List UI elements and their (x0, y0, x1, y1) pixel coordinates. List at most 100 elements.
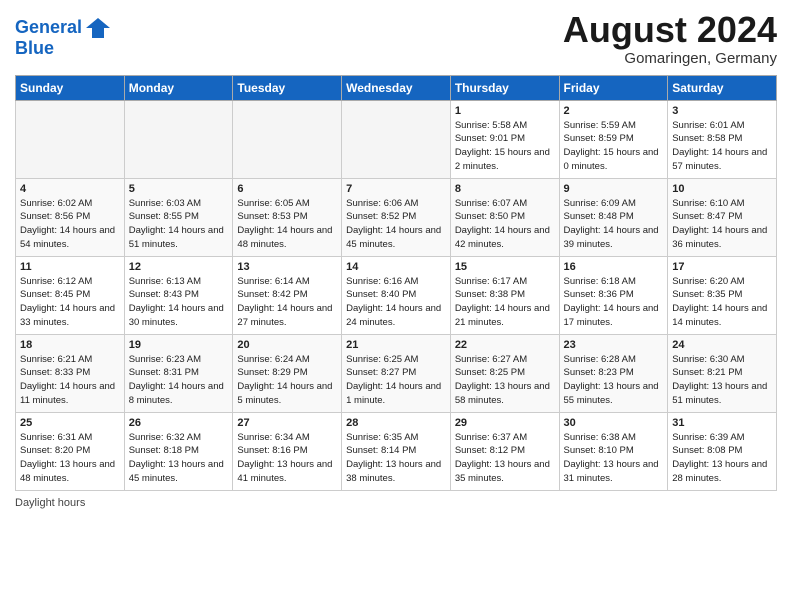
day-number: 22 (455, 339, 555, 351)
header-row: Sunday Monday Tuesday Wednesday Thursday… (16, 75, 777, 100)
day-number: 16 (564, 261, 664, 273)
day-info: Sunrise: 6:18 AMSunset: 8:36 PMDaylight:… (564, 275, 664, 330)
month-title: August 2024 (563, 10, 777, 50)
day-cell: 31Sunrise: 6:39 AMSunset: 8:08 PMDayligh… (668, 412, 777, 490)
col-saturday: Saturday (668, 75, 777, 100)
page-container: General Blue August 2024 Gomaringen, Ger… (0, 0, 792, 519)
day-info: Sunrise: 6:30 AMSunset: 8:21 PMDaylight:… (672, 353, 772, 408)
day-number: 28 (346, 417, 446, 429)
day-info: Sunrise: 6:13 AMSunset: 8:43 PMDaylight:… (129, 275, 229, 330)
col-wednesday: Wednesday (342, 75, 451, 100)
day-cell: 28 Sunrise: 6:35 AMSunset: 8:14 PMDayligh… (342, 412, 451, 490)
day-info: Sunrise: 6:14 AMSunset: 8:42 PMDaylight:… (237, 275, 337, 330)
day-info: Sunrise: 6:34 AMSunset: 8:16 PMDaylight:… (237, 431, 337, 486)
col-monday: Monday (124, 75, 233, 100)
day-cell: 4 Sunrise: 6:02 AMSunset: 8:56 PMDaylight… (16, 178, 125, 256)
day-info: Sunrise: 6:39 AMSunset: 8:08 PMDaylight:… (672, 431, 772, 486)
col-sunday: Sunday (16, 75, 125, 100)
day-cell: 21 Sunrise: 6:25 AMSunset: 8:27 PMDayligh… (342, 334, 451, 412)
day-number: 12 (129, 261, 229, 273)
week-row-2: 11 Sunrise: 6:12 AMSunset: 8:45 PMDayligh… (16, 256, 777, 334)
day-info: Sunrise: 5:58 AMSunset: 9:01 PMDaylight:… (455, 119, 555, 174)
day-info: Sunrise: 6:35 AMSunset: 8:14 PMDaylight:… (346, 431, 446, 486)
day-number: 10 (672, 183, 772, 195)
day-cell: 6 Sunrise: 6:05 AMSunset: 8:53 PMDaylight… (233, 178, 342, 256)
day-info: Sunrise: 6:31 AMSunset: 8:20 PMDaylight:… (20, 431, 120, 486)
day-info: Sunrise: 6:17 AMSunset: 8:38 PMDaylight:… (455, 275, 555, 330)
day-number: 14 (346, 261, 446, 273)
day-number: 4 (20, 183, 120, 195)
day-info: Sunrise: 6:03 AMSunset: 8:55 PMDaylight:… (129, 197, 229, 252)
day-number: 17 (672, 261, 772, 273)
col-friday: Friday (559, 75, 668, 100)
day-number: 26 (129, 417, 229, 429)
day-number: 18 (20, 339, 120, 351)
day-number: 21 (346, 339, 446, 351)
day-cell: 11 Sunrise: 6:12 AMSunset: 8:45 PMDayligh… (16, 256, 125, 334)
logo-icon (84, 14, 112, 42)
day-info: Sunrise: 6:20 AMSunset: 8:35 PMDaylight:… (672, 275, 772, 330)
day-cell: 5Sunrise: 6:03 AMSunset: 8:55 PMDaylight… (124, 178, 233, 256)
day-number: 3 (672, 105, 772, 117)
day-cell: 16 Sunrise: 6:18 AMSunset: 8:36 PMDayligh… (559, 256, 668, 334)
day-info: Sunrise: 6:12 AMSunset: 8:45 PMDaylight:… (20, 275, 120, 330)
day-info: Sunrise: 6:05 AMSunset: 8:53 PMDaylight:… (237, 197, 337, 252)
logo-text: General (15, 18, 82, 38)
week-row-3: 18 Sunrise: 6:21 AMSunset: 8:33 PMDayligh… (16, 334, 777, 412)
day-number: 1 (455, 105, 555, 117)
day-cell (233, 100, 342, 178)
day-info: Sunrise: 6:02 AMSunset: 8:56 PMDaylight:… (20, 197, 120, 252)
day-cell: 1 Sunrise: 5:58 AMSunset: 9:01 PMDaylight… (450, 100, 559, 178)
day-info: Sunrise: 6:16 AMSunset: 8:40 PMDaylight:… (346, 275, 446, 330)
day-cell (16, 100, 125, 178)
day-number: 15 (455, 261, 555, 273)
day-number: 11 (20, 261, 120, 273)
day-info: Sunrise: 6:10 AMSunset: 8:47 PMDaylight:… (672, 197, 772, 252)
day-number: 19 (129, 339, 229, 351)
week-row-1: 4 Sunrise: 6:02 AMSunset: 8:56 PMDaylight… (16, 178, 777, 256)
day-cell: 30Sunrise: 6:38 AMSunset: 8:10 PMDayligh… (559, 412, 668, 490)
day-cell (342, 100, 451, 178)
day-cell: 7 Sunrise: 6:06 AMSunset: 8:52 PMDaylight… (342, 178, 451, 256)
day-cell: 12 Sunrise: 6:13 AMSunset: 8:43 PMDayligh… (124, 256, 233, 334)
footer: Daylight hours (15, 497, 777, 509)
day-cell: 27 Sunrise: 6:34 AMSunset: 8:16 PMDayligh… (233, 412, 342, 490)
day-info: Sunrise: 6:09 AMSunset: 8:48 PMDaylight:… (564, 197, 664, 252)
day-info: Sunrise: 6:21 AMSunset: 8:33 PMDaylight:… (20, 353, 120, 408)
day-number: 8 (455, 183, 555, 195)
day-number: 27 (237, 417, 337, 429)
day-info: Sunrise: 6:23 AMSunset: 8:31 PMDaylight:… (129, 353, 229, 408)
title-block: August 2024 Gomaringen, Germany (563, 10, 777, 67)
day-info: Sunrise: 6:25 AMSunset: 8:27 PMDaylight:… (346, 353, 446, 408)
day-number: 2 (564, 105, 664, 117)
day-cell: 10 Sunrise: 6:10 AMSunset: 8:47 PMDayligh… (668, 178, 777, 256)
day-cell: 23Sunrise: 6:28 AMSunset: 8:23 PMDayligh… (559, 334, 668, 412)
day-info: Sunrise: 6:37 AMSunset: 8:12 PMDaylight:… (455, 431, 555, 486)
day-cell (124, 100, 233, 178)
logo: General Blue (15, 14, 112, 59)
day-cell: 14 Sunrise: 6:16 AMSunset: 8:40 PMDayligh… (342, 256, 451, 334)
day-info: Sunrise: 6:06 AMSunset: 8:52 PMDaylight:… (346, 197, 446, 252)
day-info: Sunrise: 6:24 AMSunset: 8:29 PMDaylight:… (237, 353, 337, 408)
day-cell: 13Sunrise: 6:14 AMSunset: 8:42 PMDayligh… (233, 256, 342, 334)
day-cell: 29 Sunrise: 6:37 AMSunset: 8:12 PMDayligh… (450, 412, 559, 490)
day-cell: 8Sunrise: 6:07 AMSunset: 8:50 PMDaylight… (450, 178, 559, 256)
day-info: Sunrise: 6:28 AMSunset: 8:23 PMDaylight:… (564, 353, 664, 408)
day-info: Sunrise: 6:01 AMSunset: 8:58 PMDaylight:… (672, 119, 772, 174)
day-cell: 19 Sunrise: 6:23 AMSunset: 8:31 PMDayligh… (124, 334, 233, 412)
day-cell: 3 Sunrise: 6:01 AMSunset: 8:58 PMDaylight… (668, 100, 777, 178)
day-number: 9 (564, 183, 664, 195)
day-number: 25 (20, 417, 120, 429)
col-thursday: Thursday (450, 75, 559, 100)
calendar-table: Sunday Monday Tuesday Wednesday Thursday… (15, 75, 777, 491)
day-number: 20 (237, 339, 337, 351)
day-number: 7 (346, 183, 446, 195)
day-cell: 17 Sunrise: 6:20 AMSunset: 8:35 PMDayligh… (668, 256, 777, 334)
day-number: 29 (455, 417, 555, 429)
day-cell: 24 Sunrise: 6:30 AMSunset: 8:21 PMDayligh… (668, 334, 777, 412)
day-cell: 15 Sunrise: 6:17 AMSunset: 8:38 PMDayligh… (450, 256, 559, 334)
day-number: 24 (672, 339, 772, 351)
week-row-4: 25 Sunrise: 6:31 AMSunset: 8:20 PMDayligh… (16, 412, 777, 490)
footer-label: Daylight hours (15, 497, 85, 509)
day-number: 6 (237, 183, 337, 195)
